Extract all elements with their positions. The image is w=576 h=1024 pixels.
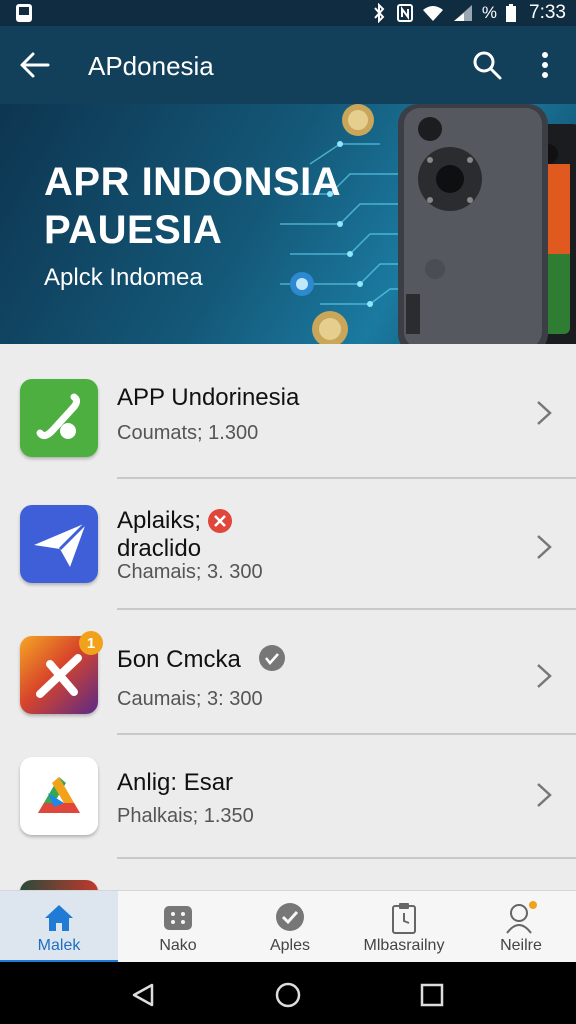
app-name: Aplaiks; draclido [117, 507, 232, 563]
banner-subtitle: Aplck Indomea [44, 264, 203, 291]
chevron-right-icon [537, 664, 552, 688]
list-item[interactable]: Anlig: Esar Phalkais; 1.350 [0, 735, 576, 859]
app-name: Бon Cmcka [117, 646, 241, 673]
home-icon [45, 905, 73, 931]
nav-item-malek[interactable]: Malek [0, 891, 118, 963]
badge-x-icon [208, 509, 232, 533]
banner-title: APR INDONSIA PAUESIA [44, 158, 384, 254]
app-bar: APdonesia [0, 26, 576, 104]
list-item[interactable] [0, 860, 576, 890]
banner-title-line2: PAUESIA [44, 208, 223, 252]
nav-label: Neilre [500, 937, 542, 954]
clipboard-icon [392, 903, 416, 934]
app-name: APP Undorinesia [117, 384, 300, 411]
nav-item-mlbasrailny[interactable]: Mlbasrailny [342, 891, 466, 963]
bluetooth-icon [374, 3, 385, 23]
list-item[interactable]: 1 Бon Cmcka Caumais; 3: 300 [0, 610, 576, 734]
device-icon [16, 4, 32, 22]
promo-banner[interactable]: APR INDONSIA PAUESIA Aplck Indomea [0, 104, 576, 344]
app-name: Anlig: Esar [117, 769, 234, 796]
recents-square-icon[interactable] [419, 982, 445, 1008]
list-item[interactable]: APP Undorinesia Coumats; 1.300 [0, 344, 576, 468]
system-nav-bar [0, 962, 576, 1024]
app-name-line1: Aplaiks; [117, 507, 202, 534]
app-meta: Coumats; 1.300 [117, 422, 259, 444]
chevron-right-icon [537, 535, 552, 559]
verified-icon [259, 645, 285, 671]
check-circle-icon [276, 903, 304, 931]
notification-badge-icon: 1 [79, 631, 103, 655]
divider [117, 857, 576, 859]
nav-item-aples[interactable]: Aples [238, 891, 342, 963]
nav-label: Nako [159, 937, 197, 954]
app-meta: Phalkais; 1.350 [117, 805, 254, 827]
nav-label: Malek [37, 937, 81, 954]
battery-percent: % [481, 3, 498, 22]
app-name-line2: draclido [117, 535, 202, 562]
grid-icon [164, 906, 192, 930]
home-circle-icon[interactable] [274, 981, 302, 1009]
app-meta: Caumais; 3: 300 [117, 688, 263, 710]
bottom-nav: Malek Nako Aples Mlbasrailny Neilre [0, 890, 576, 963]
nfc-icon [396, 4, 413, 22]
signal-icon [453, 5, 472, 21]
banner-title-line1: APR INDONSIA [44, 160, 342, 204]
svg-text:1: 1 [87, 635, 95, 652]
phone-icon [20, 379, 98, 457]
nav-item-neilre[interactable]: Neilre [466, 891, 576, 963]
back-arrow-icon[interactable] [18, 48, 52, 82]
wifi-icon [422, 6, 443, 21]
chevron-right-icon [537, 401, 552, 425]
nav-label: Mlbasrailny [363, 937, 445, 954]
app-icon [20, 880, 98, 890]
nav-label: Aples [269, 937, 311, 954]
chevron-right-icon [537, 783, 552, 807]
search-icon[interactable] [470, 48, 504, 82]
app-meta: Chamais; 3. 300 [117, 561, 263, 583]
battery-icon [506, 4, 517, 22]
app-title: APdonesia [88, 51, 214, 81]
status-time: 7:33 [529, 2, 566, 23]
person-icon [506, 901, 537, 934]
send-icon [20, 505, 98, 583]
status-bar: % 7:33 [0, 0, 576, 26]
more-vert-icon[interactable] [530, 48, 560, 82]
back-triangle-icon[interactable] [130, 982, 156, 1008]
app-list: APP Undorinesia Coumats; 1.300 Aplaiks; … [0, 344, 576, 890]
list-item[interactable]: Aplaiks; draclido Chamais; 3. 300 [0, 479, 576, 603]
drive-icon [20, 757, 98, 835]
nav-item-nako[interactable]: Nako [118, 891, 238, 963]
